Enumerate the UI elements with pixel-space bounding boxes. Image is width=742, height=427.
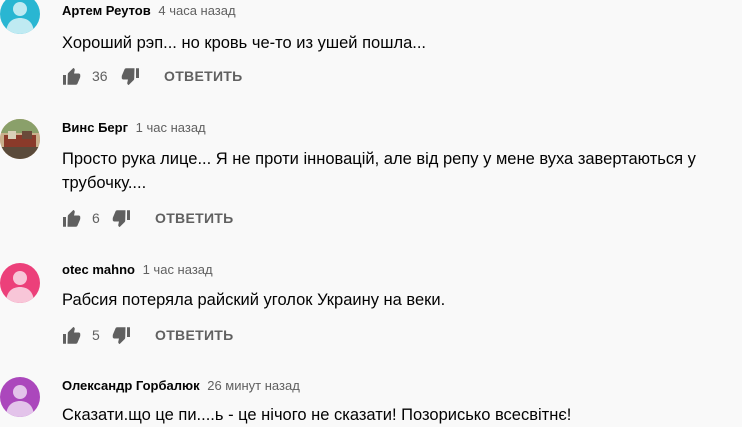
dislike-button[interactable] [120,66,140,86]
person-icon [6,271,34,303]
like-count: 36 [92,68,108,84]
dislike-button[interactable] [111,208,131,228]
person-icon [6,385,34,417]
comment-text: Сказати.що це пи....ь - це нічого не ска… [62,406,572,424]
thumbs-down-icon [112,209,130,227]
author-name[interactable]: Винс Берг [62,120,128,135]
like-button[interactable] [62,325,82,345]
like-button[interactable] [62,208,82,228]
reply-button[interactable]: ОТВЕТИТЬ [164,68,243,84]
avatar[interactable] [0,263,40,303]
reply-button[interactable]: ОТВЕТИТЬ [155,210,234,226]
thumbs-up-icon [63,209,81,227]
comment-actions: 6 ОТВЕТИТЬ [62,206,234,230]
thumbs-up-icon [63,326,81,344]
author-name[interactable]: otec mahno [62,262,135,277]
comment-text: Просто рука лице... Я не проти інновацій… [62,150,696,192]
thumbs-down-icon [121,67,139,85]
timestamp[interactable]: 1 час назад [143,262,213,277]
comment-text: Хороший рэп... но кровь че-то из ушей по… [62,34,426,52]
like-button[interactable] [62,66,82,86]
dislike-button[interactable] [111,325,131,345]
author-name[interactable]: Олександр Горбалюк [62,378,200,393]
thumbs-down-icon [112,326,130,344]
comment-header: Олександр Горбалюк 26 минут назад [62,378,300,393]
avatar[interactable] [0,119,40,159]
comment-actions: 36 ОТВЕТИТЬ [62,64,243,88]
timestamp[interactable]: 1 час назад [136,120,206,135]
photo-avatar [0,119,40,159]
comment-header: otec mahno 1 час назад [62,262,213,277]
comment-header: Артем Реутов 4 часа назад [62,3,236,18]
timestamp[interactable]: 26 минут назад [207,378,300,393]
avatar[interactable] [0,0,40,34]
comment-text: Рабсия потеряла райский уголок Украину н… [62,291,446,309]
author-name[interactable]: Артем Реутов [62,3,151,18]
like-count: 5 [92,327,100,343]
like-count: 6 [92,210,100,226]
comment-header: Винс Берг 1 час назад [62,120,206,135]
avatar[interactable] [0,377,40,417]
thumbs-up-icon [63,67,81,85]
reply-button[interactable]: ОТВЕТИТЬ [155,327,234,343]
timestamp[interactable]: 4 часа назад [158,3,235,18]
person-icon [6,2,34,34]
comment-actions: 5 ОТВЕТИТЬ [62,323,234,347]
